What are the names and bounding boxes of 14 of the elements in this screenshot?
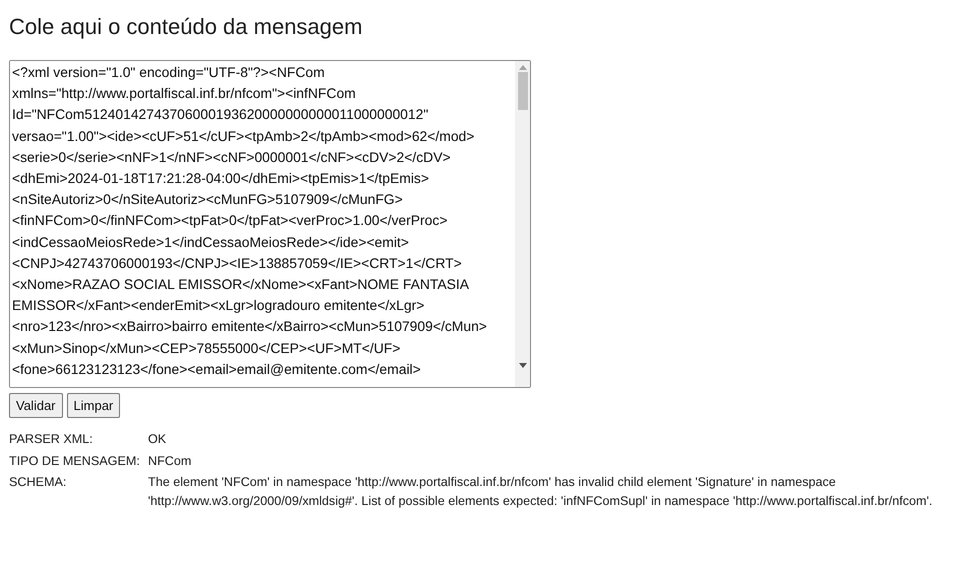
scrollbar-thumb[interactable] <box>518 72 528 110</box>
scroll-down-arrow-icon[interactable] <box>518 363 526 369</box>
page-heading: Cole aqui o conteúdo da mensagem <box>9 14 364 40</box>
clear-button[interactable]: Limpar <box>66 393 120 418</box>
result-label: PARSER XML: <box>9 431 94 448</box>
result-value: OK <box>148 431 168 448</box>
result-label: TIPO DE MENSAGEM: <box>9 452 141 470</box>
validate-button[interactable]: Validar <box>9 393 63 418</box>
result-value: NFCom <box>148 452 192 470</box>
result-value: The element 'NFCom' in namespace 'http://www.portalfiscal.inf.br/nfcom' has invalid child element 'Signature' in namespace 'http://www.w3.org/2000/09/xmldsig#'. List of possible elements expected: 'infNFComSupl' in namespace 'http://www.portalfiscal.inf.br/nfcom'. <box>148 474 934 510</box>
message-text-area[interactable]: <?xml version="1.0" encoding="UTF-8"?><NFCom xmlns="http://www.portalfiscal.inf.br/nfcom"><infNFCom Id="NFCom51240142743706000193620000000000011000000012" versao="1.00"><ide><cUF>51</cUF><tpAmb>2</tpAmb><mod>62</mod><serie>0</serie><nNF>1</nNF><cNF>0000001</cNF><cDV>2</cDV><dhEmi>2024-01-18T17:21:28-04:00</dhEmi><tpEmis>1</tpEmis><nSiteAutoriz>0</nSiteAutoriz><cMunFG>5107909</cMunFG><finNFCom>0</finNFCom><tpFat>0</tpFat><verProc>1.00</verProc><indCessaoMeiosRede>1</indCessaoMeiosRede></ide><emit><CNPJ>42743706000193</CNPJ><IE>138857059</IE><CRT>1</CRT><xNome>RAZAO SOCIAL EMISSOR</xNome><xFant>NOME FANTASIA EMISSOR</xFant><enderEmit><xLgr>logradouro emitente</xLgr><nro>123</nro><xBairro>bairro emitente</xBairro><cMun>5107909</cMun><xMun>Sinop</xMun><CEP>78555000</CEP><UF>MT</UF><fone>66123123123</fone><email>email@emitente.com</email> <box>9 60 531 388</box>
result-label: SCHEMA: <box>9 474 68 491</box>
scrollbar[interactable] <box>515 61 530 387</box>
scroll-up-arrow-icon[interactable] <box>518 64 526 70</box>
